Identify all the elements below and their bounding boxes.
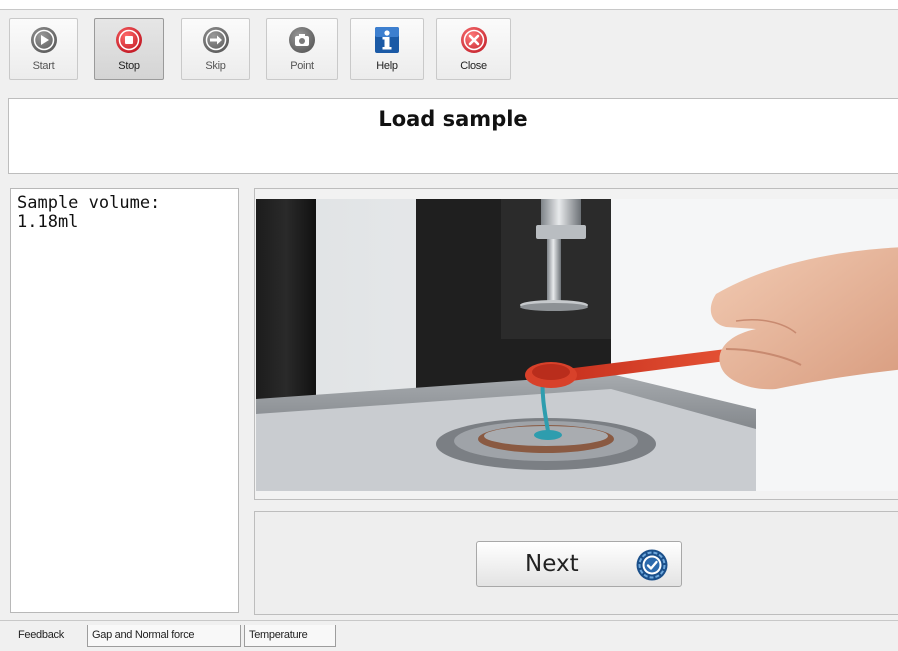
step-title-box: Load sample xyxy=(8,98,898,174)
tab-gap-and-normal-force[interactable]: Gap and Normal force xyxy=(87,625,241,647)
load-sample-photo xyxy=(256,199,898,491)
next-button[interactable]: Next xyxy=(476,541,682,587)
camera-icon xyxy=(289,27,315,53)
skip-label: Skip xyxy=(205,60,226,72)
help-label: Help xyxy=(376,60,398,72)
tab-temperature[interactable]: Temperature xyxy=(244,625,336,647)
tab-feedback[interactable]: Feedback xyxy=(14,625,86,647)
instruction-image-frame xyxy=(254,188,898,500)
checkmark-dial-icon xyxy=(636,549,668,581)
toolbar: Start Stop Skip Point Help Close xyxy=(0,10,898,90)
close-circle-icon xyxy=(460,27,487,53)
sample-volume-label: Sample volume: xyxy=(17,193,161,213)
play-circle-icon xyxy=(30,27,57,53)
action-panel: Next xyxy=(254,511,898,615)
info-icon xyxy=(375,27,399,53)
sample-volume-value: 1.18ml xyxy=(17,212,79,232)
start-button[interactable]: Start xyxy=(9,18,78,80)
stop-label: Stop xyxy=(118,60,140,72)
step-title: Load sample xyxy=(378,107,528,131)
skip-button[interactable]: Skip xyxy=(181,18,250,80)
next-label: Next xyxy=(525,551,579,577)
close-label: Close xyxy=(460,60,487,72)
point-label: Point xyxy=(290,60,314,72)
start-label: Start xyxy=(32,60,55,72)
help-button[interactable]: Help xyxy=(350,18,424,80)
feedback-panel: Sample volume: 1.18ml xyxy=(10,188,239,613)
stop-circle-icon xyxy=(116,27,142,53)
point-button[interactable]: Point xyxy=(266,18,338,80)
tab-strip: Feedback Gap and Normal force Temperatur… xyxy=(0,620,898,651)
stop-button[interactable]: Stop xyxy=(94,18,164,80)
arrow-right-circle-icon xyxy=(202,27,229,53)
close-button[interactable]: Close xyxy=(436,18,511,80)
top-border xyxy=(0,0,898,10)
